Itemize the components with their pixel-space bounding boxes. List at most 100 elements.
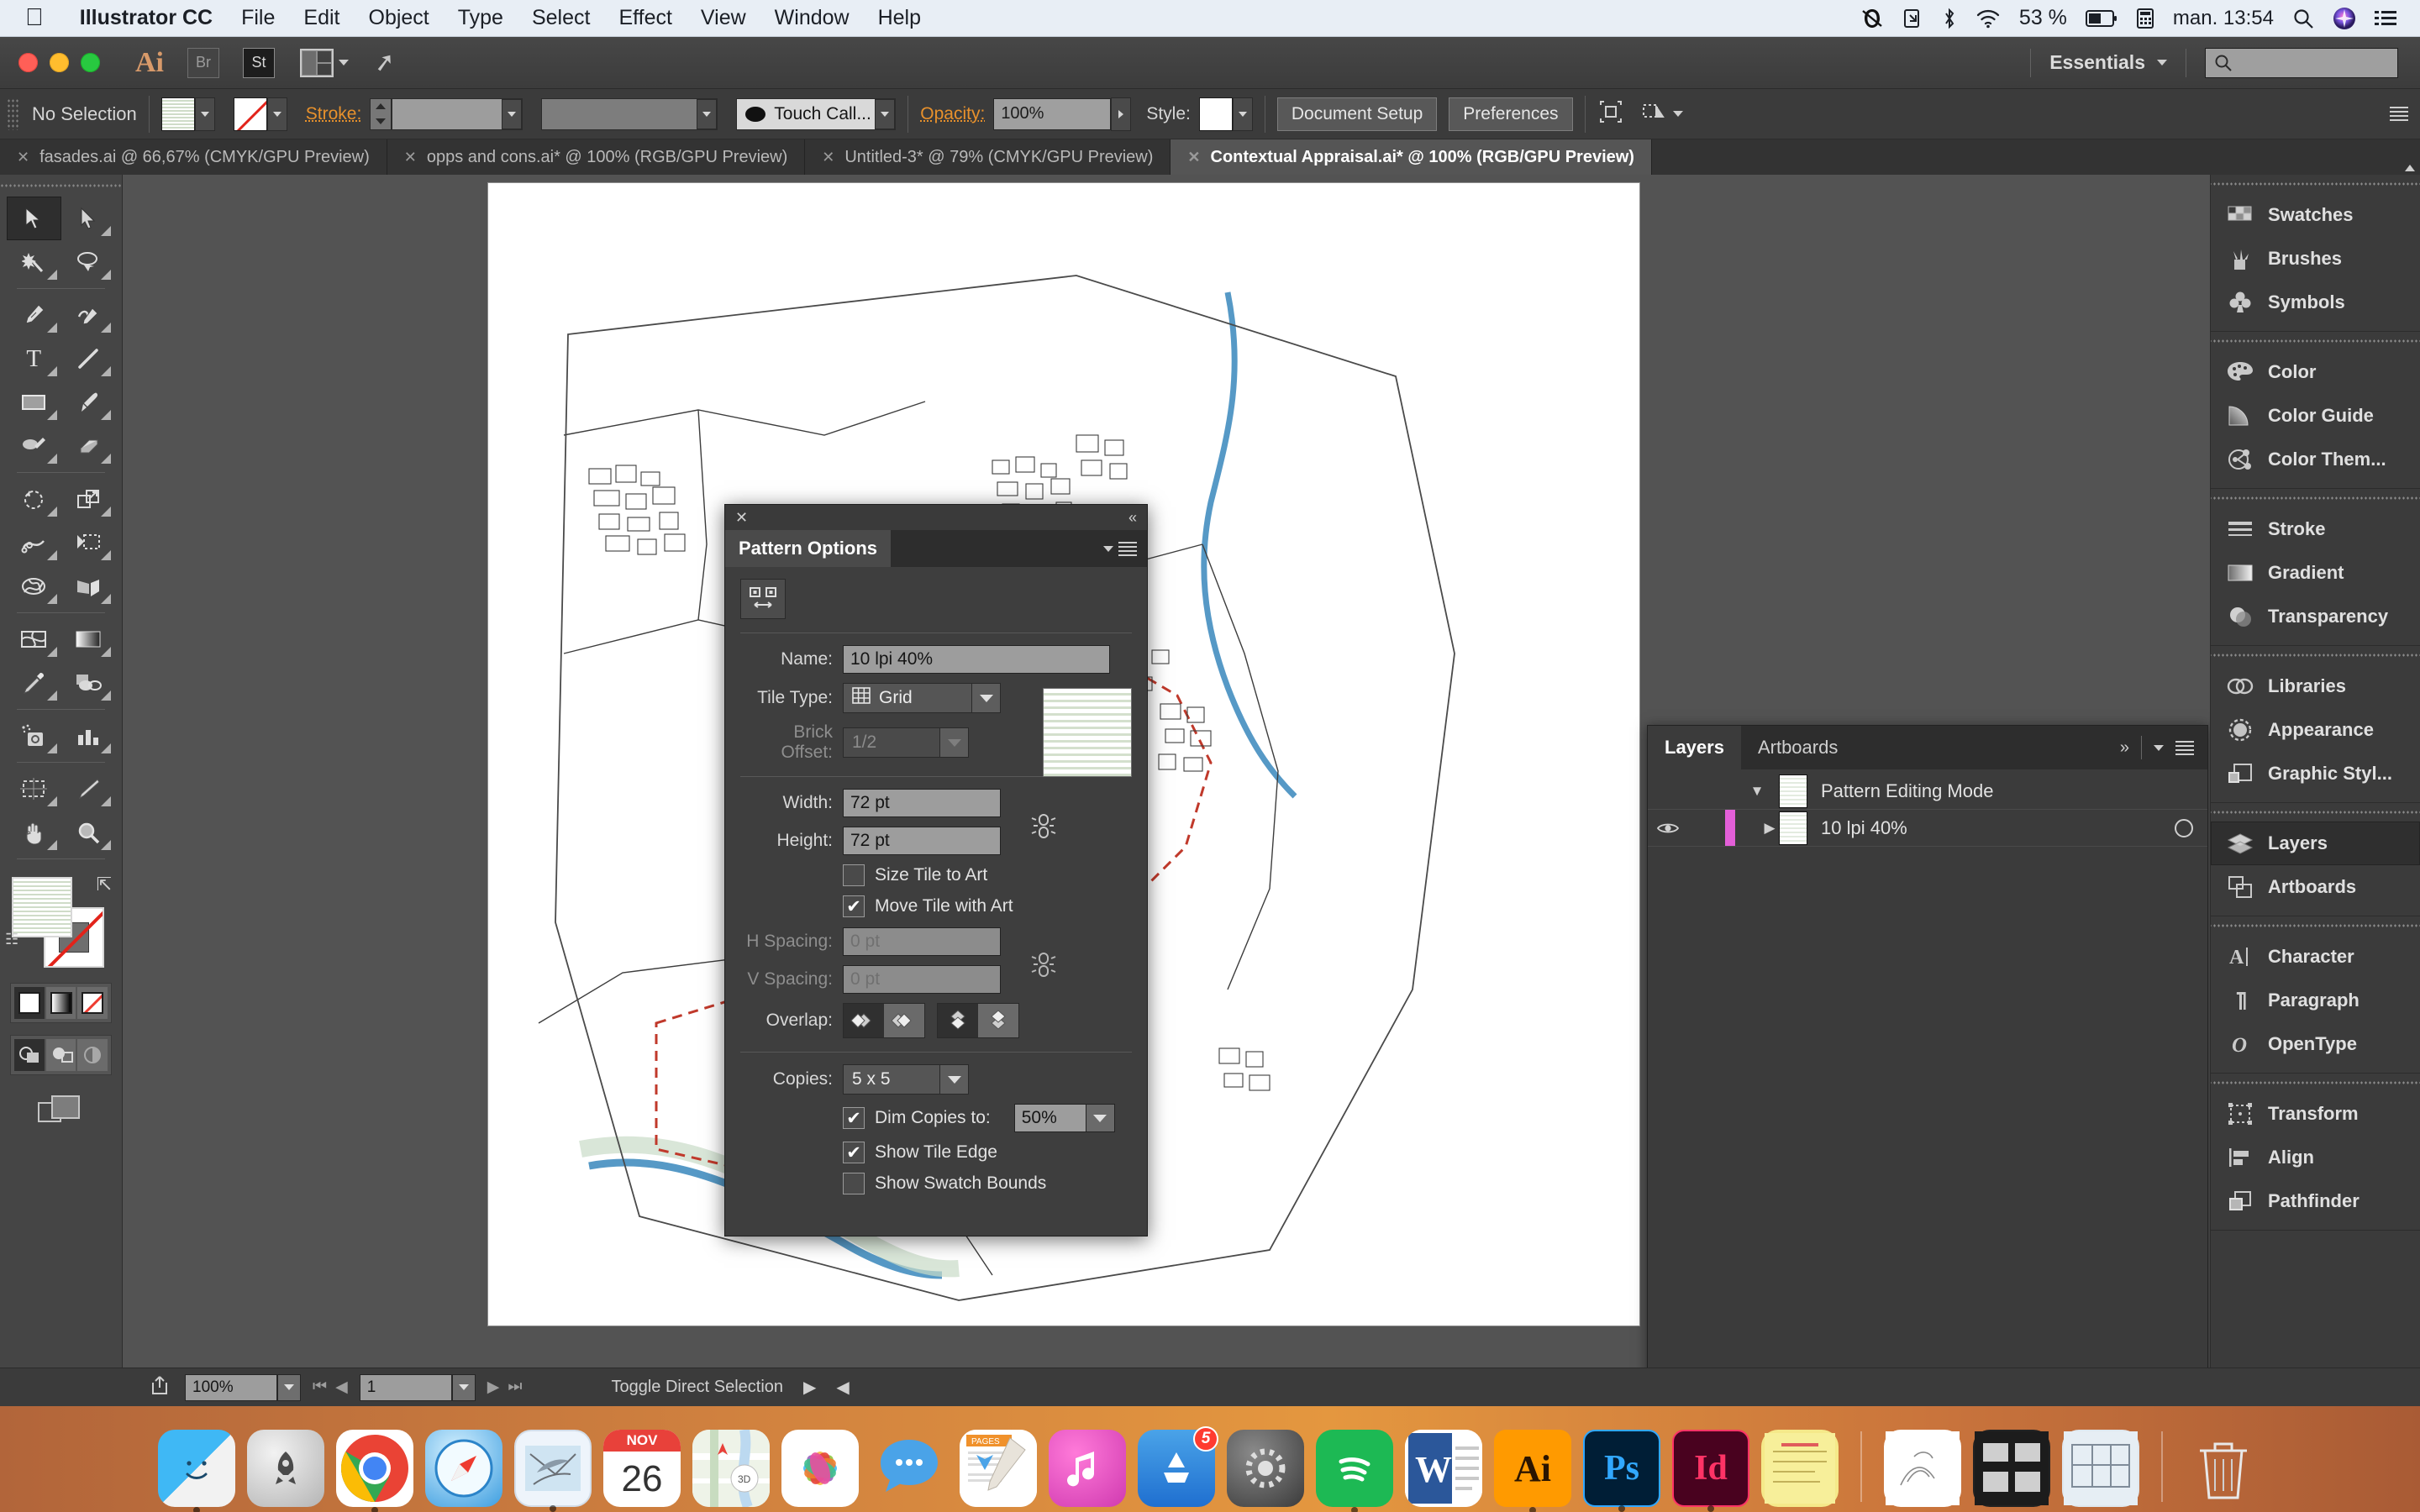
group-gripper[interactable]	[2211, 803, 2420, 822]
arrange-documents-button[interactable]	[300, 48, 349, 77]
overlap-top-in-front-button[interactable]	[978, 1004, 1018, 1037]
sidebar-item-color-themes[interactable]: Color Them...	[2211, 438, 2420, 481]
stroke-swatch-control[interactable]	[233, 97, 287, 131]
expand-triangle-icon[interactable]: ▶	[1735, 820, 1779, 837]
paintbrush-tool[interactable]	[61, 381, 116, 424]
expand-panel-icon[interactable]: »	[2120, 738, 2129, 758]
dock-item-spotify[interactable]	[1316, 1430, 1393, 1512]
tile-width-input[interactable]: 72 pt	[843, 789, 1001, 817]
airplay-icon[interactable]	[1903, 8, 1923, 29]
menu-effect[interactable]: Effect	[604, 6, 686, 30]
wifi-icon[interactable]	[1975, 8, 2001, 29]
group-gripper[interactable]	[2211, 916, 2420, 935]
chevron-down-icon[interactable]	[502, 98, 523, 129]
change-screen-mode-button[interactable]	[37, 1094, 85, 1131]
control-bar-gripper[interactable]	[7, 97, 20, 130]
scroll-up-icon[interactable]	[2405, 165, 2415, 171]
close-icon[interactable]: ✕	[822, 149, 834, 166]
dock-item-stickies[interactable]	[1761, 1430, 1839, 1507]
link-dimensions-icon[interactable]	[1029, 810, 1058, 849]
table-row[interactable]: ▼ Pattern Editing Mode	[1648, 773, 2207, 810]
dim-copies-select[interactable]: 50%	[1013, 1104, 1115, 1132]
close-icon[interactable]: ✕	[1187, 149, 1200, 166]
chevron-down-icon[interactable]	[1085, 1105, 1114, 1131]
layer-name[interactable]: 10 lpi 40%	[1821, 817, 1907, 839]
sidebar-item-swatches[interactable]: Swatches	[2211, 193, 2420, 237]
tile-type-select[interactable]: Grid	[843, 683, 1001, 713]
document-setup-button[interactable]: Document Setup	[1276, 97, 1438, 131]
sidebar-item-color[interactable]: Color	[2211, 350, 2420, 394]
draw-behind-button[interactable]	[45, 1039, 76, 1071]
calculator-icon[interactable]	[2136, 8, 2154, 29]
dock-item-google-chrome[interactable]	[336, 1430, 413, 1512]
zoom-level-input[interactable]: 100%	[185, 1373, 277, 1401]
copies-select[interactable]: 5 x 5	[843, 1064, 969, 1095]
zoom-tool[interactable]	[61, 811, 116, 854]
group-gripper[interactable]	[2211, 1074, 2420, 1092]
visibility-toggle[interactable]	[1648, 821, 1688, 836]
zoom-dropdown-button[interactable]	[277, 1373, 301, 1401]
menu-file[interactable]: File	[227, 6, 289, 30]
size-tile-to-art-checkbox[interactable]	[843, 864, 865, 886]
none-mode-button[interactable]	[77, 987, 108, 1019]
sidebar-item-color-guide[interactable]: Color Guide	[2211, 394, 2420, 438]
dock-item-adobe-indesign[interactable]: Id	[1672, 1430, 1749, 1512]
type-tool[interactable]: T	[7, 337, 61, 381]
spotlight-search-icon[interactable]	[2292, 8, 2314, 29]
close-icon[interactable]: ✕	[17, 149, 29, 166]
perspective-grid-tool[interactable]	[61, 564, 116, 608]
pattern-tile-tool-button[interactable]	[740, 579, 786, 619]
curvature-tool[interactable]	[61, 293, 116, 337]
sidebar-item-artboards[interactable]: Artboards	[2211, 865, 2420, 909]
apple-menu-icon[interactable]: 	[25, 6, 44, 30]
dock-item-microsoft-word[interactable]: W	[1405, 1430, 1482, 1507]
dock-item-adobe-illustrator[interactable]: Ai	[1494, 1430, 1571, 1512]
sidebar-item-appearance[interactable]: Appearance	[2211, 708, 2420, 752]
bluetooth-icon[interactable]	[1942, 8, 1957, 29]
mesh-tool[interactable]	[7, 617, 61, 661]
menu-bar-clock[interactable]: man. 13:54	[2173, 7, 2274, 30]
show-swatch-bounds-row[interactable]: Show Swatch Bounds	[843, 1173, 1132, 1194]
panel-menu-button[interactable]	[1103, 530, 1147, 567]
graphic-style-swatch[interactable]	[1198, 97, 1233, 131]
dock-item-mail[interactable]	[514, 1430, 592, 1512]
dock-item-itunes[interactable]	[1049, 1430, 1126, 1507]
align-options-icon[interactable]	[1639, 98, 1666, 130]
target-indicator[interactable]	[2160, 818, 2207, 837]
group-gripper[interactable]	[2211, 646, 2420, 664]
rectangle-tool[interactable]	[7, 381, 61, 424]
scale-tool[interactable]	[61, 477, 116, 521]
link-spacing-icon[interactable]	[1029, 948, 1058, 988]
close-icon[interactable]: ✕	[404, 149, 417, 166]
document-tab-opps-and-cons[interactable]: ✕ opps and cons.ai* @ 100% (RGB/GPU Prev…	[387, 139, 806, 175]
chevron-down-icon[interactable]	[875, 98, 896, 129]
siri-icon[interactable]	[2333, 7, 2356, 30]
dock-item-pages[interactable]: PAGES	[960, 1430, 1037, 1507]
draw-normal-button[interactable]	[14, 1039, 45, 1071]
dock-item-document-1[interactable]	[1884, 1430, 1961, 1507]
fill-swatch[interactable]	[160, 97, 195, 131]
menu-edit[interactable]: Edit	[289, 6, 354, 30]
sidebar-item-layers[interactable]: Layers	[2211, 822, 2420, 865]
dock-item-document-2[interactable]	[1973, 1430, 2050, 1507]
menu-select[interactable]: Select	[518, 6, 604, 30]
next-artboard-button[interactable]: ▶	[487, 1378, 500, 1397]
previous-artboard-button[interactable]: ◀	[335, 1378, 348, 1397]
tools-panel-gripper[interactable]	[0, 175, 122, 197]
collapse-icon[interactable]: «	[1128, 509, 1137, 527]
dock-item-system-preferences[interactable]	[1227, 1430, 1304, 1507]
stock-button[interactable]: St	[243, 47, 275, 78]
eyedropper-tool[interactable]	[7, 661, 61, 705]
tab-artboards[interactable]: Artboards	[1741, 726, 1854, 769]
menu-help[interactable]: Help	[864, 6, 935, 30]
menu-window[interactable]: Window	[760, 6, 864, 30]
show-tile-edge-checkbox[interactable]: ✔	[843, 1142, 865, 1163]
stroke-weight-stepper[interactable]	[370, 97, 392, 130]
dock-item-trash[interactable]	[2185, 1430, 2262, 1507]
table-row[interactable]: ▶ 10 lpi 40%	[1648, 810, 2207, 847]
document-tab-contextual-appraisal[interactable]: ✕ Contextual Appraisal.ai* @ 100% (RGB/G…	[1171, 139, 1652, 175]
slice-tool[interactable]	[61, 767, 116, 811]
dock-item-document-3[interactable]	[2062, 1430, 2139, 1507]
fill-dropdown-button[interactable]	[194, 97, 215, 131]
hand-tool[interactable]	[7, 811, 61, 854]
